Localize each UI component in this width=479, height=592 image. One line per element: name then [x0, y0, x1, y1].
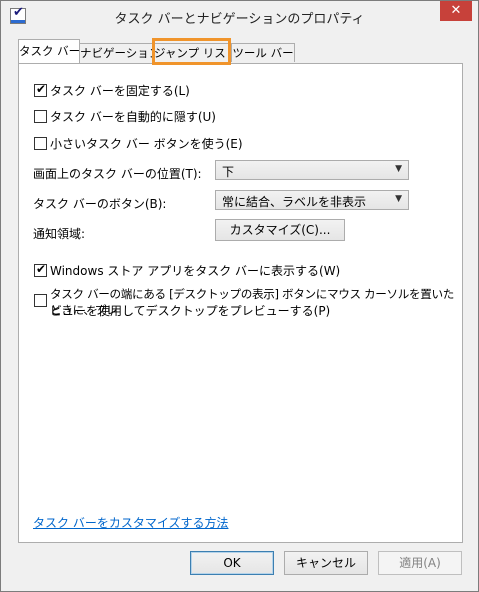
position-label: 画面上のタスク バーの位置(T): — [33, 167, 202, 181]
taskbar-buttons-dropdown[interactable]: 常に結合、ラベルを非表示 ▼ — [215, 190, 409, 210]
tab-jump-list[interactable]: ジャンプ リスト — [153, 43, 237, 62]
chevron-down-icon: ▼ — [395, 164, 402, 174]
tab-navigation[interactable]: ナビゲーション — [79, 43, 160, 62]
taskbar-tab-panel: ✔ タスク バーを固定する(L) タスク バーを自動的に隠す(U) 小さいタスク… — [18, 63, 463, 543]
store-apps-checkbox[interactable]: ✔ — [34, 262, 47, 277]
lock-taskbar-checkbox[interactable]: ✔ — [34, 82, 47, 97]
customize-button[interactable]: カスタマイズ(C)... — [215, 219, 345, 241]
properties-window: ✔ タスク バーとナビゲーションのプロパティ ✕ タスク バー ナビゲーション … — [0, 0, 479, 592]
apply-button[interactable]: 適用(A) — [378, 551, 462, 575]
tab-taskbar[interactable]: タスク バー — [18, 39, 80, 63]
auto-hide-checkbox[interactable] — [34, 110, 47, 123]
check-icon: ✔ — [36, 262, 47, 276]
title-bar: ✔ タスク バーとナビゲーションのプロパティ ✕ — [1, 1, 478, 31]
ok-button[interactable]: OK — [190, 551, 274, 575]
peek-checkbox[interactable] — [34, 294, 47, 307]
auto-hide-label[interactable]: タスク バーを自動的に隠す(U) — [50, 108, 216, 125]
tab-toolbars[interactable]: ツール バー — [231, 43, 295, 62]
taskbar-buttons-label: タスク バーのボタン(B): — [33, 197, 167, 211]
close-icon: ✕ — [450, 3, 462, 18]
window-title: タスク バーとナビゲーションのプロパティ — [114, 12, 365, 27]
check-icon: ✔ — [36, 82, 47, 96]
close-button[interactable]: ✕ — [440, 1, 472, 21]
peek-label-line2[interactable]: ビューを使用してデスクトップをプレビューする(P) — [50, 302, 330, 319]
help-link[interactable]: タスク バーをカスタマイズする方法 — [33, 514, 228, 531]
notification-area-label: 通知領域: — [33, 227, 86, 241]
chevron-down-icon: ▼ — [395, 194, 402, 204]
store-apps-label[interactable]: Windows ストア アプリをタスク バーに表示する(W) — [50, 262, 340, 279]
small-buttons-checkbox[interactable] — [34, 137, 47, 150]
position-value: 下 — [222, 165, 235, 179]
lock-taskbar-label[interactable]: タスク バーを固定する(L) — [50, 82, 190, 99]
small-buttons-label[interactable]: 小さいタスク バー ボタンを使う(E) — [50, 135, 243, 152]
cancel-button[interactable]: キャンセル — [284, 551, 368, 575]
position-dropdown[interactable]: 下 ▼ — [215, 160, 409, 180]
taskbar-buttons-value: 常に結合、ラベルを非表示 — [222, 195, 367, 209]
